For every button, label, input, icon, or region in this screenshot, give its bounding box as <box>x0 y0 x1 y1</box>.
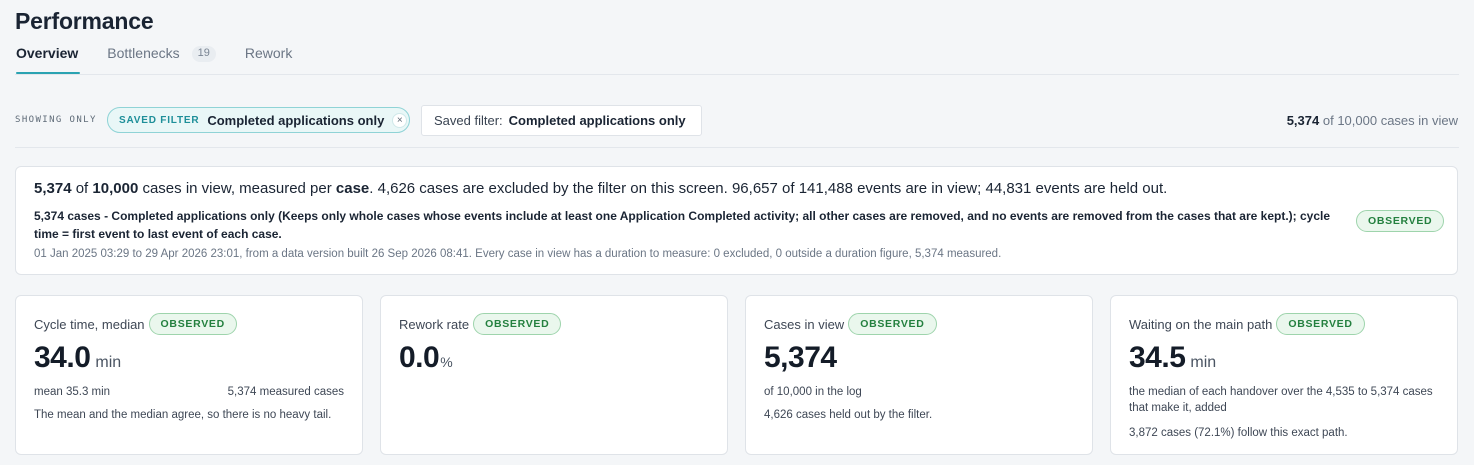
observed-badge: OBSERVED <box>148 313 237 335</box>
close-icon[interactable]: × <box>392 112 408 128</box>
tab-overview-label: Overview <box>16 45 79 61</box>
page-title: Performance <box>15 8 154 34</box>
tab-bottlenecks[interactable]: Bottlenecks 19 <box>107 44 216 74</box>
scope-data-range: 01 Jan 2025 03:29 to 29 Apr 2026 23:01, … <box>34 248 1002 260</box>
saved-filter-select[interactable]: Saved filter: Completed applications onl… <box>421 105 702 136</box>
scope-headline: 5,374 of 10,000 cases in view, measured … <box>34 180 1167 197</box>
kpi-card-cases-in-view: Cases in view OBSERVED 5,374 of 10,000 i… <box>745 295 1093 455</box>
cases-in-view-count: 5,374 <box>1286 113 1320 128</box>
saved-filter-value: Completed applications only <box>508 113 686 128</box>
kpi-sub: of 10,000 in the log <box>764 386 862 398</box>
kpi-note: 4,626 cases held out by the filter. <box>764 409 933 421</box>
kpi-card-waiting-main-path: Waiting on the main path OBSERVED 34.5 m… <box>1110 295 1458 455</box>
observed-badge: OBSERVED <box>1276 313 1365 335</box>
kpi-value: 0.0 <box>399 341 440 374</box>
kpi-measured: 5,374 measured cases <box>227 386 344 398</box>
cases-in-view-summary: 5,374 of 10,000 cases in view <box>1287 113 1458 128</box>
kpi-card-rework-rate: Rework rate OBSERVED 0.0 % <box>380 295 728 455</box>
scope-in-view: 5,374 <box>34 180 72 197</box>
kpi-card-cycle-time: Cycle time, median OBSERVED 34.0 min mea… <box>15 295 363 455</box>
kpi-value: 34.0 <box>34 341 91 374</box>
scope-unit: case <box>335 180 370 197</box>
saved-filter-chip[interactable]: SAVED FILTER Completed applications only… <box>107 107 410 133</box>
observed-badge: OBSERVED <box>1356 210 1445 232</box>
kpi-unit: min <box>1190 354 1217 371</box>
filter-divider <box>15 147 1459 148</box>
showing-only-label: SHOWING ONLY <box>15 115 97 125</box>
observed-badge: OBSERVED <box>848 313 937 335</box>
kpi-mean: mean 35.3 min <box>34 386 111 398</box>
kpi-sub: the median of each handover over the 4,5… <box>1129 386 1433 414</box>
tab-rework-label: Rework <box>244 45 293 61</box>
scope-total: 10,000 <box>92 180 139 197</box>
kpi-label: Waiting on the main path <box>1129 316 1273 332</box>
scope-of: of <box>71 180 93 197</box>
scope-mid: cases in view, measured per <box>138 180 336 197</box>
tab-bottlenecks-label: Bottlenecks <box>107 45 180 61</box>
tab-bar: Overview Bottlenecks 19 Rework <box>16 44 321 74</box>
kpi-value: 5,374 <box>764 341 837 374</box>
scope-definition: 5,374 cases - Completed applications onl… <box>34 209 1331 241</box>
chip-value: Completed applications only <box>207 112 385 128</box>
kpi-unit: % <box>440 354 453 370</box>
kpi-label: Cycle time, median <box>34 316 145 332</box>
kpi-label: Rework rate <box>399 316 470 332</box>
observed-badge: OBSERVED <box>473 313 562 335</box>
saved-filter-label: Saved filter: <box>434 113 503 128</box>
tab-rework[interactable]: Rework <box>245 44 292 74</box>
kpi-note: 3,872 cases (72.1%) follow this exact pa… <box>1129 427 1348 439</box>
kpi-note: The mean and the median agree, so there … <box>34 409 332 421</box>
chip-kicker: SAVED FILTER <box>119 114 200 126</box>
kpi-value: 34.5 <box>1129 341 1186 374</box>
kpi-unit: min <box>95 354 122 371</box>
scope-rest: . 4,626 cases are excluded by the filter… <box>369 180 1168 197</box>
tab-bottlenecks-count: 19 <box>191 46 216 62</box>
cases-in-view-rest: of 10,000 cases in view <box>1319 113 1458 128</box>
scope-summary-card: 5,374 of 10,000 cases in view, measured … <box>15 166 1458 275</box>
filter-bar: SHOWING ONLY SAVED FILTER Completed appl… <box>15 105 1458 136</box>
kpi-label: Cases in view <box>764 316 845 332</box>
tabs-divider <box>15 74 1459 75</box>
tab-overview[interactable]: Overview <box>16 44 81 74</box>
